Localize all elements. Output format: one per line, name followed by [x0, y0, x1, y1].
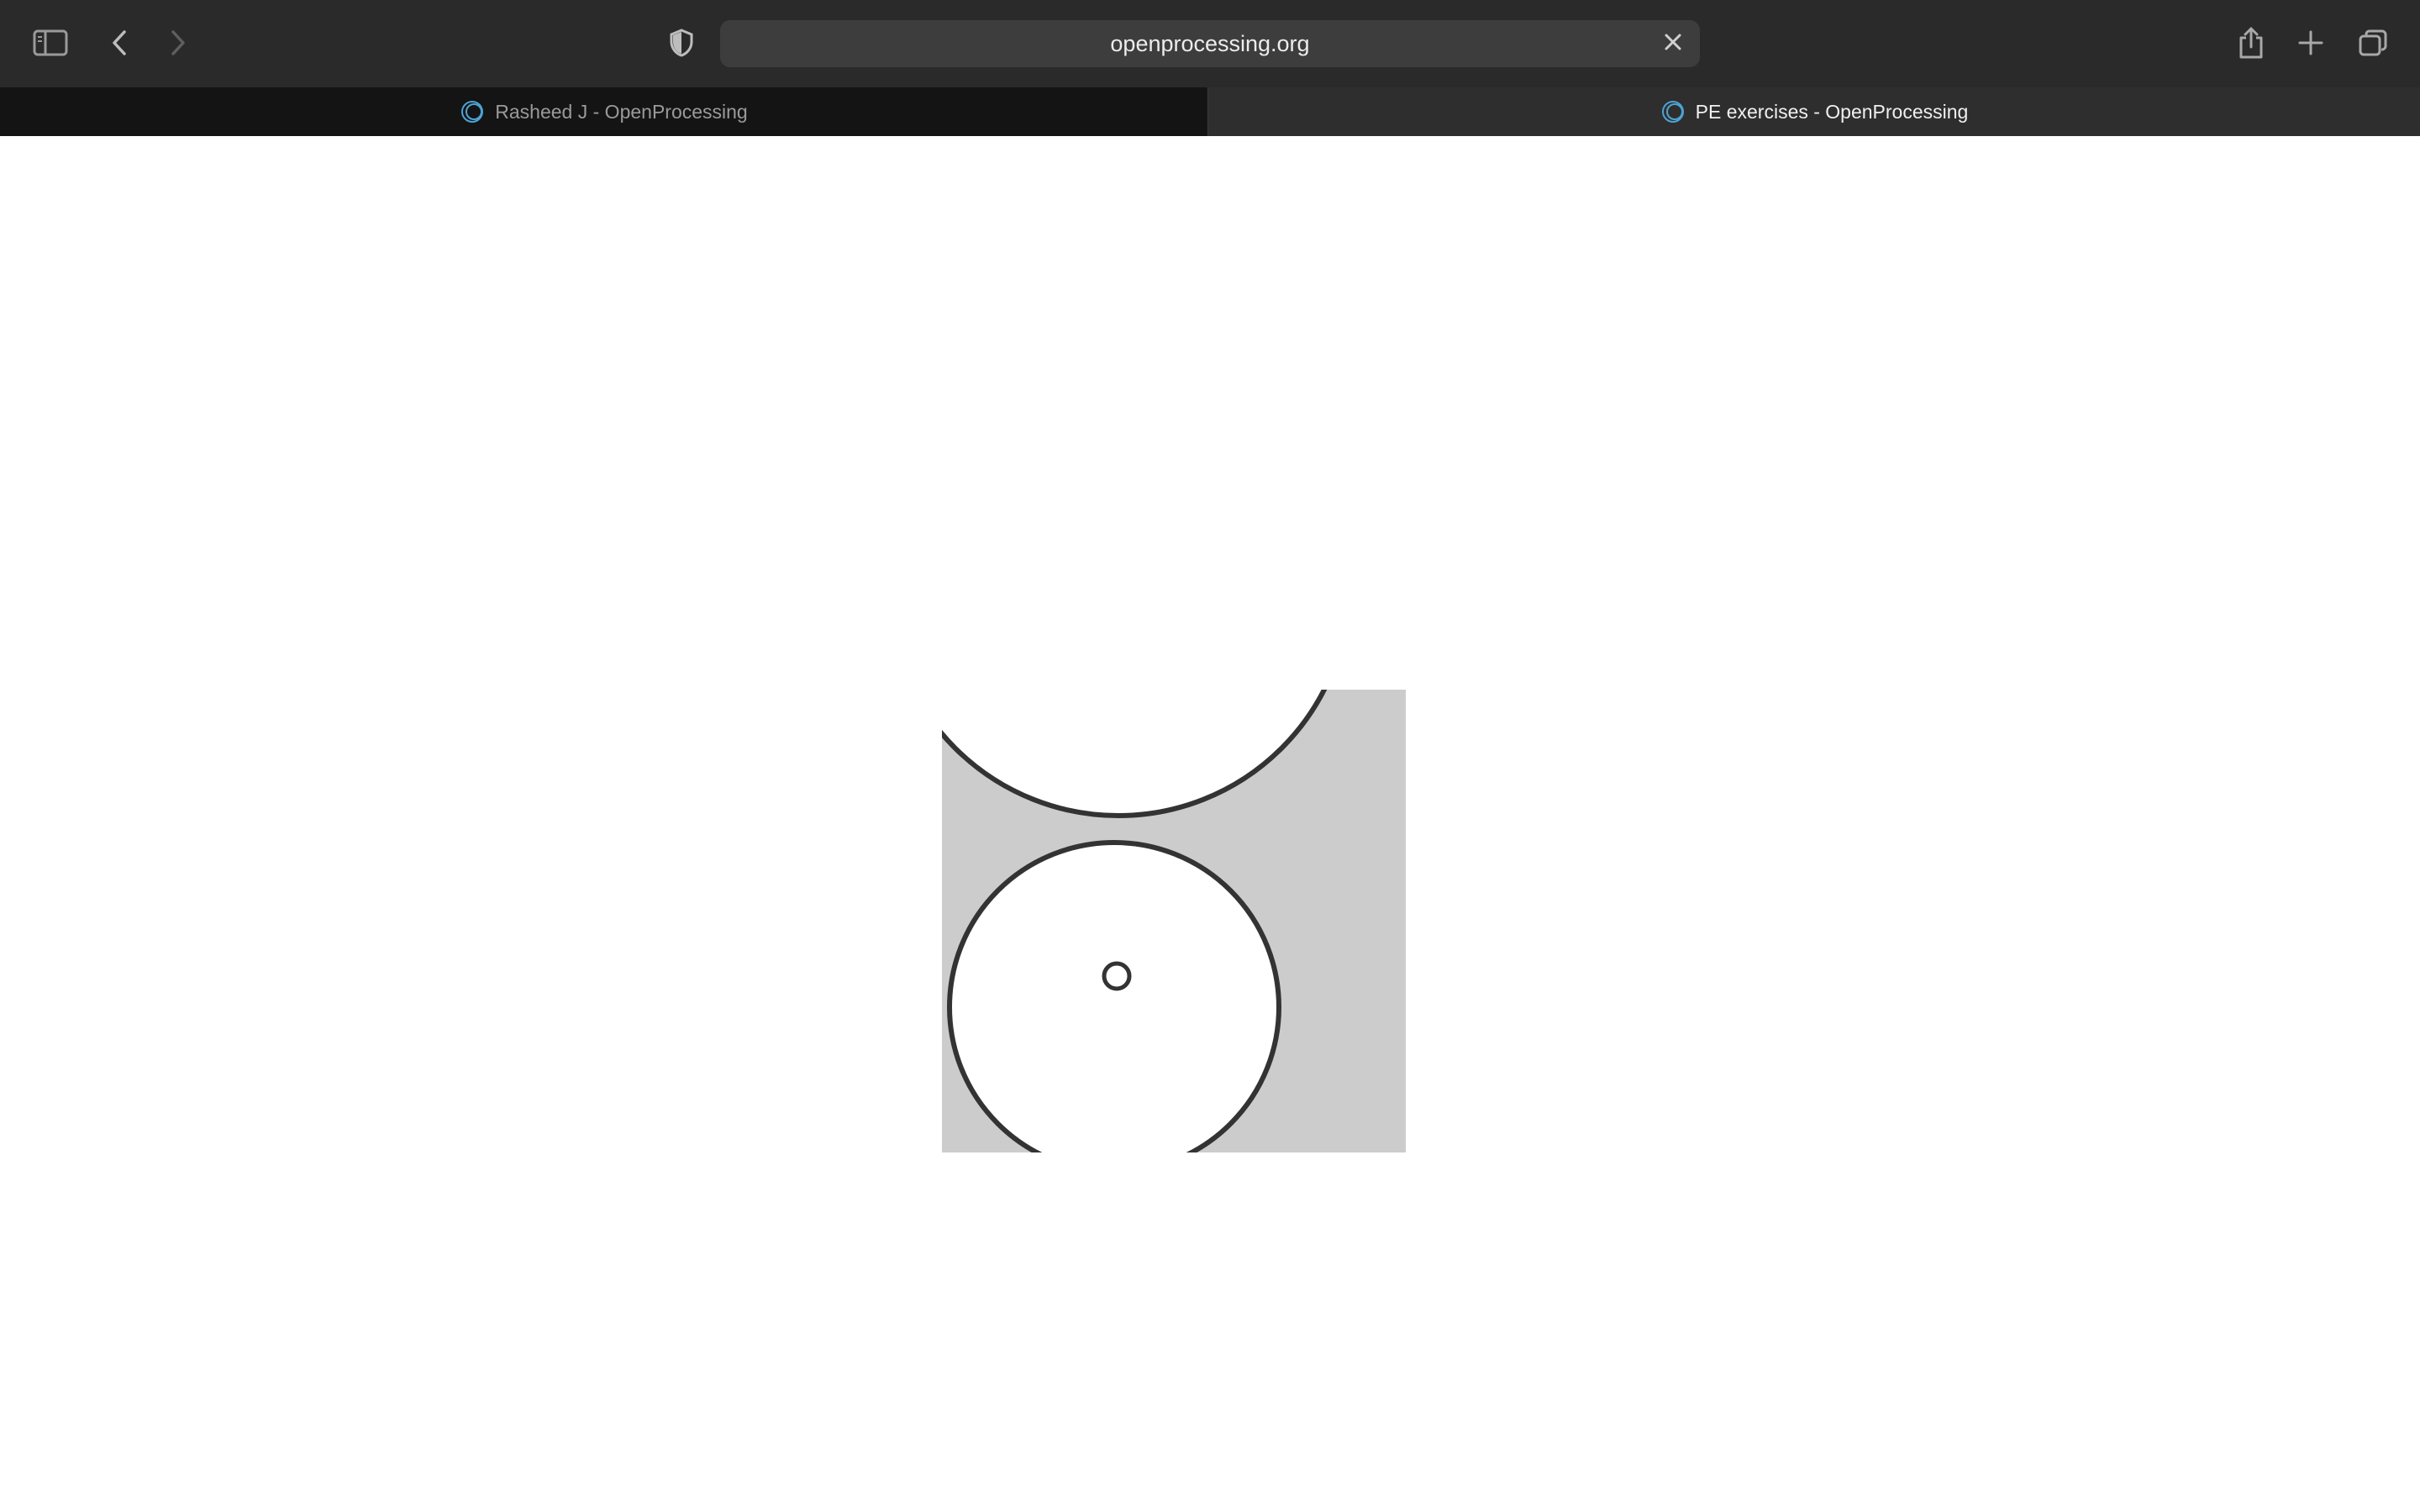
address-bar[interactable]: openprocessing.org — [720, 20, 1700, 67]
sidebar-icon — [33, 29, 68, 56]
tab-rasheed-j[interactable]: Rasheed J - OpenProcessing — [0, 87, 1207, 136]
chevron-right-icon — [168, 29, 188, 56]
tab-label: PE exercises - OpenProcessing — [1695, 100, 1969, 123]
share-icon — [2238, 26, 2265, 60]
back-button[interactable] — [94, 18, 145, 68]
shield-icon — [669, 29, 694, 57]
address-url[interactable]: openprocessing.org — [720, 20, 1700, 67]
browser-toolbar: openprocessing.org — [0, 0, 2420, 88]
small-circle-shape — [1102, 961, 1132, 991]
tab-pe-exercises[interactable]: PE exercises - OpenProcessing — [1208, 87, 2420, 136]
plus-icon — [2298, 30, 2323, 55]
close-icon — [1664, 33, 1682, 55]
tab-overview-button[interactable] — [2348, 18, 2398, 68]
lower-circle-shape — [947, 840, 1281, 1152]
tab-bar: Rasheed J - OpenProcessing PE exercises … — [0, 87, 2420, 136]
new-tab-button[interactable] — [2286, 18, 2336, 68]
openprocessing-logo-icon — [1660, 99, 1686, 124]
tab-label: Rasheed J - OpenProcessing — [495, 100, 748, 123]
share-button[interactable] — [2226, 18, 2276, 68]
tabs-overview-icon — [2358, 29, 2388, 57]
sketch-canvas[interactable] — [942, 690, 1406, 1152]
sidebar-toggle-button[interactable] — [25, 18, 76, 68]
forward-button[interactable] — [153, 18, 203, 68]
privacy-report-button[interactable] — [656, 18, 707, 68]
clear-address-button[interactable] — [1656, 27, 1690, 60]
chevron-left-icon — [109, 29, 129, 56]
openprocessing-logo-icon — [460, 99, 485, 124]
